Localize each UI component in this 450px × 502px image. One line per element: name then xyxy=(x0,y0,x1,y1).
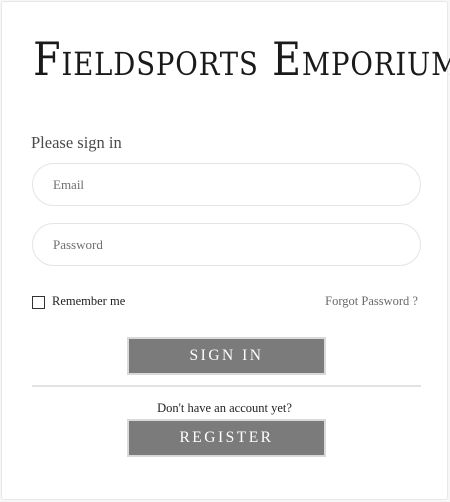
remember-checkbox-icon[interactable] xyxy=(32,296,45,309)
register-button[interactable]: REGISTER xyxy=(127,419,326,457)
password-field[interactable] xyxy=(32,223,421,266)
divider xyxy=(32,385,421,387)
login-panel: Fieldsports Emporium Please sign in Reme… xyxy=(1,1,450,500)
sign-in-button[interactable]: SIGN IN xyxy=(127,337,326,375)
email-field[interactable] xyxy=(32,163,421,206)
form-heading: Please sign in xyxy=(31,133,122,152)
remember-label: Remember me xyxy=(52,294,126,308)
remember-me[interactable]: Remember me xyxy=(32,294,125,309)
brand-logo: Fieldsports Emporium xyxy=(33,32,450,86)
forgot-password-link[interactable]: Forgot Password ? xyxy=(325,294,418,309)
no-account-text: Don't have an account yet? xyxy=(157,401,292,415)
